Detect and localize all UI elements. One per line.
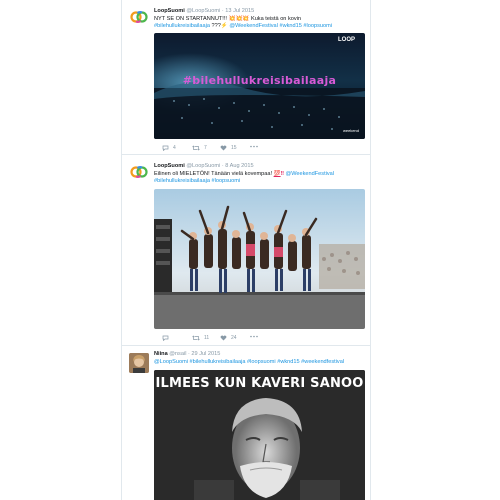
loop-logo-icon[interactable] [129,162,149,182]
like-count: 15 [231,145,237,151]
avatar[interactable] [129,353,149,373]
tweet-header: LoopSuomi @LoopSuomi · 8 Aug 2015 [154,163,254,169]
author-name[interactable]: LoopSuomi [154,163,185,169]
retweet-button[interactable]: 11 [192,335,209,341]
emoji: 💯 [273,171,281,177]
author-name[interactable]: Niina [154,351,168,357]
retweet-count: 11 [204,335,210,341]
image-watermark: weekend [342,128,359,133]
tweet-image-concert[interactable]: #bilehullukreisibailaaja LOOP weekend [154,33,365,139]
tweet-3[interactable]: Niina @nsail · 29 Jul 2015 @LoopSuomi #b… [122,346,370,500]
retweet-icon [192,335,200,341]
emoji: ‼ [280,171,284,177]
tweet-date[interactable]: 8 Aug 2015 [225,163,253,169]
retweet-icon [192,145,200,151]
emoji: ⚡ [220,23,228,29]
more-button[interactable] [250,335,258,338]
tweet-text: Kuka teistä on kovin [250,16,302,22]
tweet-image-stage-group[interactable] [154,189,365,329]
tweet-date[interactable]: 13 Jul 2015 [225,8,254,14]
more-icon [250,145,258,148]
loop-logo-icon[interactable] [129,7,149,27]
mention-hashtag-links[interactable]: @LoopSuomi #bilehullukreisibailaaja #loo… [154,359,344,365]
like-count: 24 [231,335,237,341]
image-hashtag-overlay: #bilehullukreisibailaaja [182,74,337,87]
meme-caption: ILMEES KUN KAVERI SANOO [155,376,364,391]
tweet-actions: 11 24 [154,335,304,343]
tweet-text-line-2: #bilehullukreisibailaaja #loopsuomi [154,178,240,184]
reply-button[interactable] [162,335,173,341]
reply-icon [162,145,169,151]
tweet-actions: 4 7 15 [154,145,304,153]
timeline-feed: LoopSuomi @LoopSuomi · 13 Jul 2015 NYT S… [121,0,371,500]
author-handle[interactable]: @LoopSuomi [186,8,220,14]
tweet-text: NYT SE ON STARTANNUT!!! [154,16,227,22]
more-button[interactable] [250,145,258,148]
hashtag-link[interactable]: #bilehullukreisibailaaja [154,23,210,29]
mention-links[interactable]: @WeekendFestival #wknd15 #loopsuomi [229,23,332,29]
tweet-text-line-1: @LoopSuomi #bilehullukreisibailaaja #loo… [154,359,344,365]
hashtag-links[interactable]: #bilehullukreisibailaaja #loopsuomi [154,178,240,184]
tweet-text-line-1: NYT SE ON STARTANNUT!!! 💥💥💥 Kuka teistä … [154,16,301,22]
author-handle[interactable]: @nsail [169,351,186,357]
image-corner-logo: LOOP [337,37,355,43]
tweet-header: LoopSuomi @LoopSuomi · 13 Jul 2015 [154,8,255,14]
more-icon [250,335,258,338]
like-button[interactable]: 15 [220,145,237,151]
like-button[interactable]: 24 [220,335,237,341]
tweet-2[interactable]: LoopSuomi @LoopSuomi · 8 Aug 2015 Eiline… [122,155,370,346]
reply-icon [162,335,169,341]
tweet-date[interactable]: 29 Jul 2015 [191,351,220,357]
like-icon [220,145,227,151]
tweet-header: Niina @nsail · 29 Jul 2015 [154,351,221,357]
tweet-text: Eilinen oli MIELETÖN! Tänään vielä kovem… [154,171,273,177]
retweet-button[interactable]: 7 [192,145,207,151]
reply-button[interactable]: 4 [162,145,176,151]
mention-link[interactable]: @WeekendFestival [286,171,334,177]
tweet-1[interactable]: LoopSuomi @LoopSuomi · 13 Jul 2015 NYT S… [122,0,370,155]
tweet-text-line-2: #bilehullukreisibailaaja ???⚡ @WeekendFe… [154,23,332,29]
retweet-count: 7 [204,145,207,151]
tweet-image-meme[interactable]: ILMEES KUN KAVERI SANOO [154,370,365,500]
like-icon [220,335,227,341]
author-name[interactable]: LoopSuomi [154,8,185,14]
emoji: 💥💥💥 [228,16,250,22]
reply-count: 4 [173,145,176,151]
tweet-text: ??? [211,23,221,29]
tweet-text-line-1: Eilinen oli MIELETÖN! Tänään vielä kovem… [154,171,334,177]
author-handle[interactable]: @LoopSuomi [186,163,220,169]
